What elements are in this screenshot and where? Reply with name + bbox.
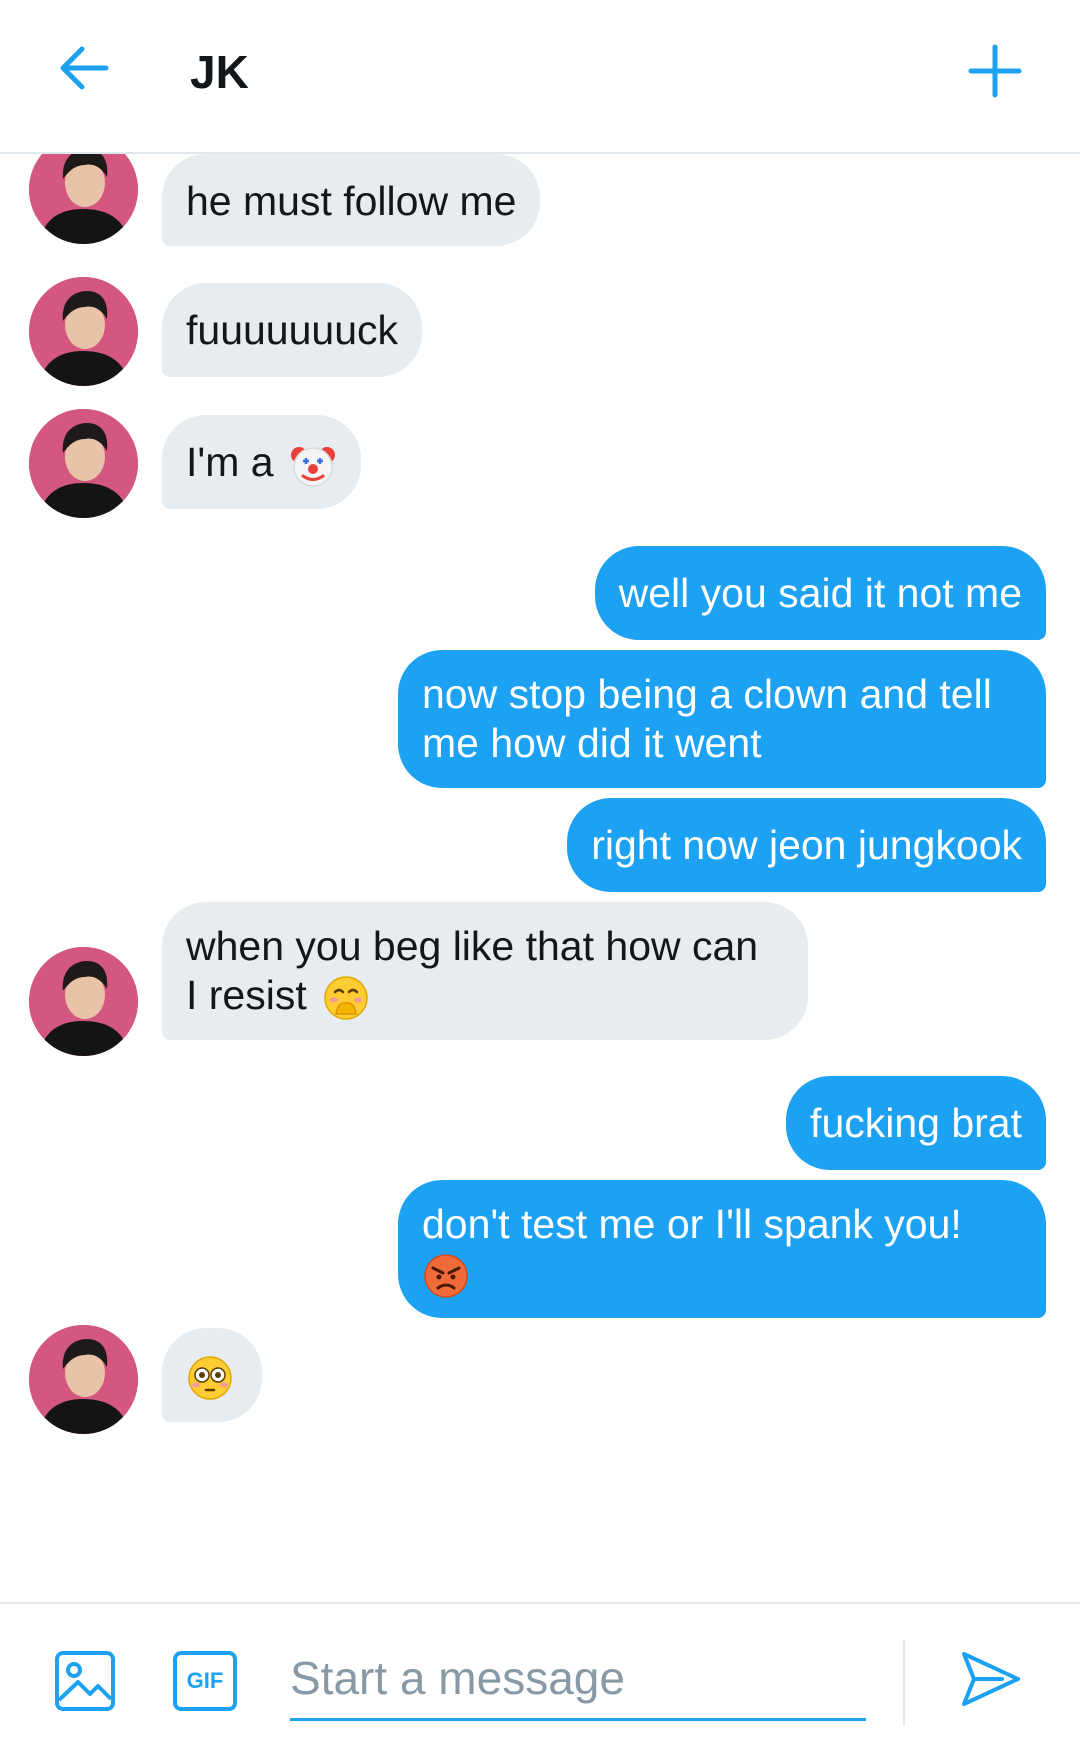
- message-row: I'm a: [0, 409, 1080, 518]
- message-text-line: when you beg like that how can: [186, 923, 759, 969]
- message-input[interactable]: [290, 1638, 866, 1721]
- message-row: fuuuuuuuck: [0, 277, 1080, 386]
- flushed-face-icon: [186, 1354, 234, 1402]
- message-text-line: don't test me or I'll spank you!: [422, 1201, 962, 1247]
- outgoing-bubble[interactable]: well you said it not me: [594, 546, 1046, 640]
- incoming-bubble[interactable]: I'm a: [162, 415, 361, 509]
- outgoing-bubble[interactable]: right now jeon jungkook: [567, 798, 1046, 892]
- message-text: I'm a: [186, 439, 274, 485]
- avatar[interactable]: [29, 947, 138, 1056]
- message-text-line: now stop being a clown and tell: [422, 671, 992, 717]
- outgoing-bubble[interactable]: now stop being a clown and tell me how d…: [398, 650, 1046, 788]
- plus-icon: [968, 44, 1022, 98]
- hand-over-mouth-face-icon: [322, 974, 370, 1022]
- arrow-left-icon: [60, 46, 109, 90]
- send-icon: [962, 1652, 1020, 1706]
- message-row: [0, 1325, 1080, 1434]
- message-list[interactable]: he must follow me fuuuuuuuck I'm a well …: [0, 154, 1080, 1602]
- message-text-line: me how did it went: [422, 720, 762, 766]
- message-row: right now jeon jungkook: [0, 798, 1080, 892]
- gif-label: GIF: [186, 1668, 224, 1693]
- add-image-button[interactable]: [54, 1650, 116, 1712]
- message-text: well you said it not me: [618, 570, 1022, 616]
- message-row: well you said it not me: [0, 546, 1080, 640]
- avatar[interactable]: [29, 154, 138, 244]
- avatar[interactable]: [29, 409, 138, 518]
- message-row: when you beg like that how can I resist: [0, 902, 1080, 1056]
- message-row: don't test me or I'll spank you!: [0, 1180, 1080, 1318]
- incoming-bubble[interactable]: when you beg like that how can I resist: [162, 902, 808, 1040]
- avatar[interactable]: [29, 1325, 138, 1434]
- angry-face-icon: [422, 1252, 470, 1300]
- message-row: now stop being a clown and tell me how d…: [0, 650, 1080, 788]
- back-button[interactable]: [52, 36, 116, 100]
- send-button[interactable]: [958, 1646, 1024, 1712]
- message-text: fucking brat: [810, 1100, 1022, 1146]
- incoming-bubble[interactable]: [162, 1328, 262, 1422]
- incoming-bubble[interactable]: fuuuuuuuck: [162, 283, 423, 377]
- conversation-header: JK: [0, 0, 1080, 154]
- conversation-title[interactable]: JK: [190, 44, 249, 100]
- clown-face-icon: [289, 441, 337, 489]
- message-row: fucking brat: [0, 1076, 1080, 1170]
- outgoing-bubble[interactable]: fucking brat: [786, 1076, 1046, 1170]
- message-text: fuuuuuuuck: [186, 307, 399, 353]
- message-row: he must follow me: [0, 154, 1080, 246]
- add-button[interactable]: [962, 38, 1028, 104]
- incoming-bubble[interactable]: he must follow me: [162, 154, 541, 246]
- image-icon: [55, 1651, 115, 1711]
- message-composer: GIF: [0, 1602, 1080, 1761]
- message-emoji-line: [422, 1249, 1022, 1300]
- message-text-line: I resist: [186, 972, 307, 1018]
- message-text-line-wrap: I resist: [186, 971, 784, 1022]
- dm-screen: JK he must follow me fuuuuuuuck I'm a we…: [0, 0, 1080, 1761]
- avatar[interactable]: [29, 277, 138, 386]
- outgoing-bubble[interactable]: don't test me or I'll spank you!: [398, 1180, 1046, 1318]
- message-text: right now jeon jungkook: [591, 822, 1022, 868]
- add-gif-button[interactable]: GIF: [172, 1650, 238, 1712]
- composer-divider: [903, 1640, 905, 1726]
- message-text: he must follow me: [186, 178, 517, 224]
